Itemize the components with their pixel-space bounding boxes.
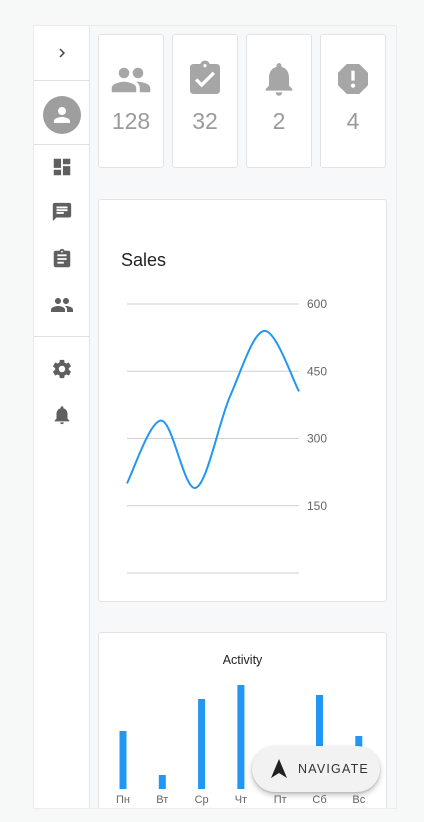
clipboard-icon [53, 248, 70, 268]
y-tick-label: 300 [307, 432, 327, 446]
stat-card-notifications[interactable]: 2 [246, 34, 312, 168]
sidebar-item-messages[interactable] [34, 191, 89, 233]
y-tick-label: 600 [307, 297, 327, 311]
y-tick-label: 150 [307, 499, 327, 513]
people-icon [111, 67, 151, 93]
x-category-label: Вт [156, 794, 168, 806]
divider [34, 80, 89, 81]
stat-card-alerts[interactable]: 4 [320, 34, 386, 168]
stat-value: 128 [111, 108, 151, 134]
divider [34, 336, 89, 337]
bell-icon [54, 406, 69, 425]
sidebar-item-settings[interactable] [34, 348, 89, 390]
x-category-label: Пт [274, 794, 287, 806]
user-avatar-button[interactable] [34, 92, 89, 138]
activity-bar [158, 775, 166, 789]
sales-chart-panel: Sales 150 300 450 600 [98, 199, 387, 602]
stat-value: 2 [272, 108, 286, 134]
x-category-label: Пн [116, 794, 130, 806]
divider [34, 144, 89, 145]
sidebar-toggle-button[interactable] [34, 30, 89, 76]
sidebar-item-notifications[interactable] [34, 394, 89, 436]
bell-icon [265, 63, 293, 96]
sidebar-item-users[interactable] [34, 284, 89, 326]
people-icon [50, 298, 73, 312]
main-content: 128 32 2 4 Sales 150 300 450 600 Activit… [90, 26, 396, 808]
x-category-label: Сб [312, 794, 326, 806]
app-window: 128 32 2 4 Sales 150 300 450 600 Activit… [34, 26, 396, 808]
stat-card-users[interactable]: 128 [98, 34, 164, 168]
stat-card-tasks[interactable]: 32 [172, 34, 238, 168]
message-icon [52, 202, 71, 222]
alert-icon [338, 64, 368, 94]
stat-value: 32 [192, 108, 218, 134]
sidebar-item-tasks[interactable] [34, 238, 89, 280]
task-done-icon [190, 60, 220, 94]
gear-icon [52, 359, 71, 379]
navigate-button[interactable]: NAVIGATE [252, 746, 380, 792]
x-category-label: Вс [352, 794, 365, 806]
chevron-right-icon [58, 48, 65, 58]
avatar [42, 96, 81, 134]
activity-bar [237, 685, 245, 789]
dashboard-icon [53, 158, 70, 176]
activity-bar [198, 699, 206, 789]
y-tick-label: 450 [307, 364, 327, 378]
person-icon [53, 107, 70, 123]
activity-bar [119, 731, 127, 789]
x-category-label: Ср [195, 794, 209, 806]
navigate-button-label: NAVIGATE [298, 762, 369, 776]
sales-line-chart: 150 300 450 600 [126, 297, 327, 574]
sidebar-item-dashboard[interactable] [34, 146, 89, 188]
stat-value: 4 [346, 108, 360, 134]
x-category-label: Чт [235, 794, 247, 806]
navigation-arrow-icon [271, 759, 287, 778]
sales-series-line [126, 329, 300, 489]
sidebar [34, 26, 90, 808]
